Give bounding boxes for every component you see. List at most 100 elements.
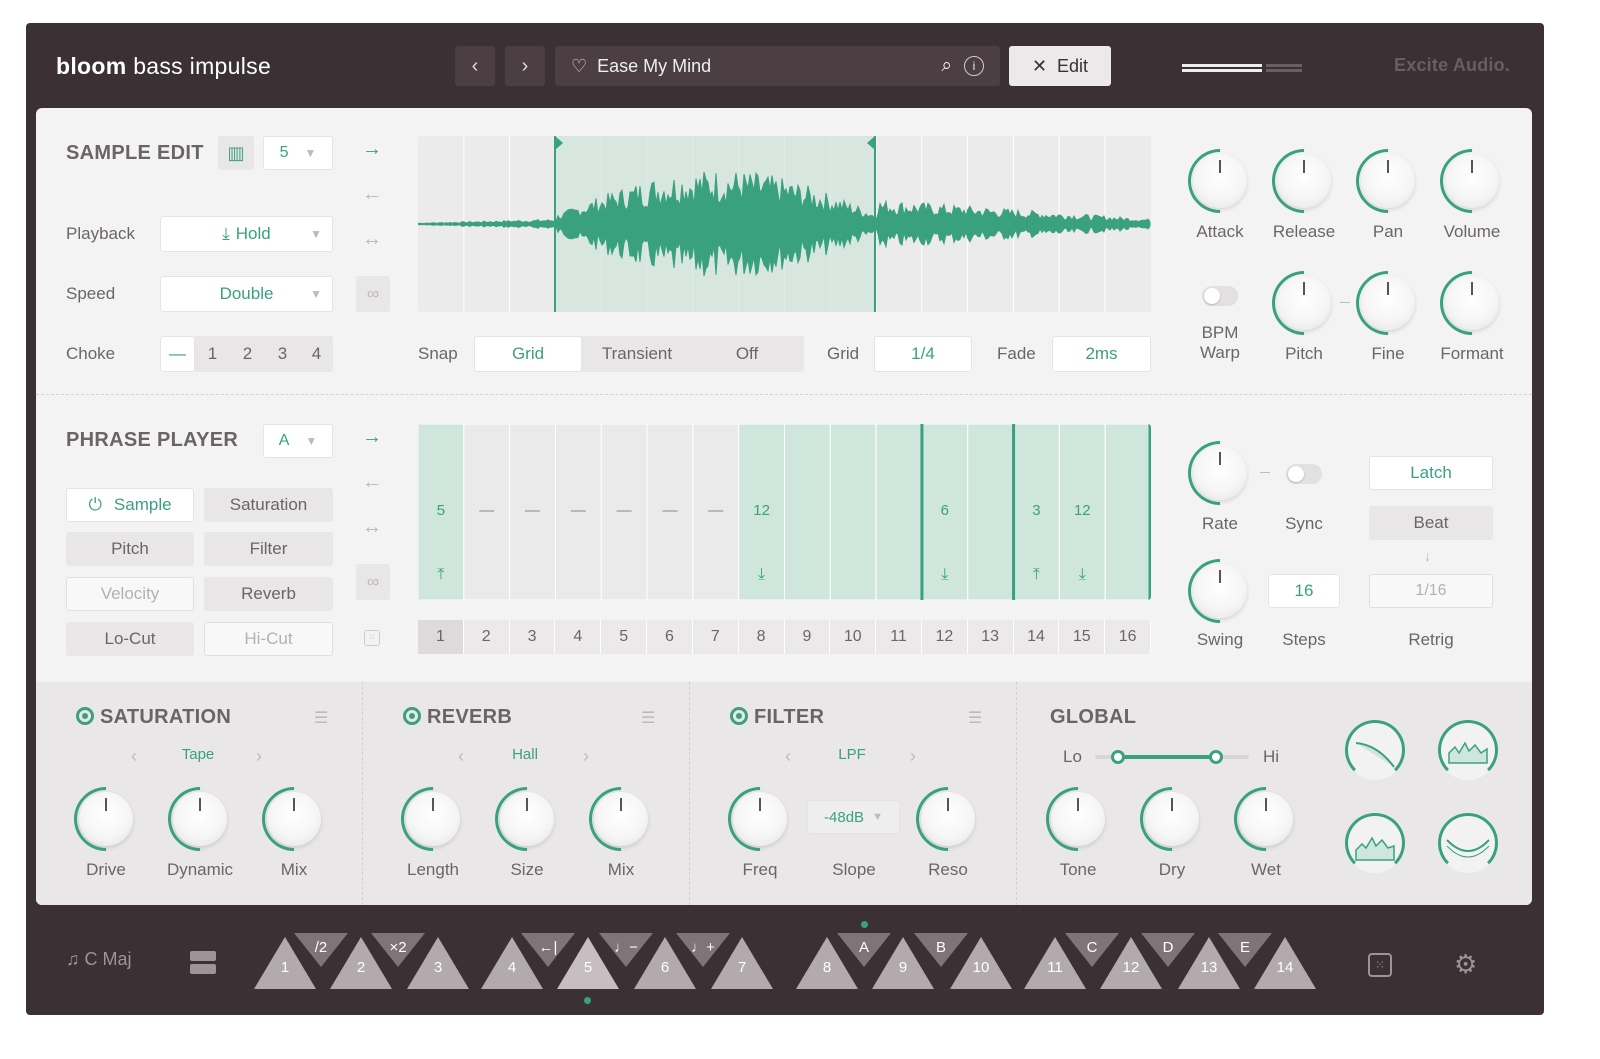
freq-knob[interactable] xyxy=(733,792,787,846)
dry-knob[interactable] xyxy=(1145,792,1199,846)
bpm-warp-toggle[interactable] xyxy=(1202,286,1238,306)
dice-icon[interactable]: ⁙ xyxy=(1368,953,1392,977)
pitch-knob[interactable] xyxy=(1277,276,1331,330)
step-number[interactable]: 1 xyxy=(418,620,464,654)
sat-mix-knob[interactable] xyxy=(267,792,321,846)
power-icon[interactable] xyxy=(76,707,94,725)
step-number[interactable]: 6 xyxy=(647,620,693,654)
phrase-step-value[interactable]: 3 xyxy=(1014,502,1060,519)
global-macro-3[interactable] xyxy=(1345,813,1405,873)
settings-sliders-icon[interactable]: ☰ xyxy=(314,708,328,728)
sample-select[interactable]: 5 ▼ xyxy=(263,136,333,170)
master-volume-slider[interactable] xyxy=(1182,61,1302,75)
edit-button[interactable]: ✕ Edit xyxy=(1009,46,1111,86)
phrase-step-value[interactable]: 12 xyxy=(1059,502,1105,519)
phrase-sequencer[interactable]: 5 ⤒ — — — — — —12 ⤓ 6 ⤓ 3 ⤒ 12 ⤓ xyxy=(418,424,1151,600)
tab-sample[interactable]: ⏻ Sample xyxy=(66,488,194,522)
rate-knob[interactable] xyxy=(1193,446,1247,500)
global-macro-2[interactable] xyxy=(1438,720,1498,780)
pan-knob[interactable] xyxy=(1361,154,1415,208)
tone-knob[interactable] xyxy=(1051,792,1105,846)
tab-pitch[interactable]: Pitch xyxy=(66,532,194,566)
length-knob[interactable] xyxy=(406,792,460,846)
power-icon[interactable] xyxy=(403,707,421,725)
phrase-step-value[interactable]: — xyxy=(464,502,510,519)
tab-saturation[interactable]: Saturation xyxy=(204,488,333,522)
beat-button[interactable]: Beat xyxy=(1369,506,1493,540)
dice-icon[interactable]: ⁙ xyxy=(364,630,380,646)
choke-option-4[interactable]: 4 xyxy=(300,336,333,372)
speed-select[interactable]: Double ▼ xyxy=(160,276,333,312)
filter-title[interactable]: FILTER xyxy=(730,706,824,729)
next-preset-button[interactable]: › xyxy=(505,46,545,86)
grid-select[interactable]: 1/4 xyxy=(874,336,972,372)
chevron-left-icon[interactable]: ‹ xyxy=(131,746,137,767)
step-number[interactable]: 2 xyxy=(463,620,510,654)
tab-hi-cut[interactable]: Hi-Cut xyxy=(204,622,333,656)
arrow-left-icon[interactable]: ← xyxy=(362,471,382,494)
volume-knob[interactable] xyxy=(1445,154,1499,208)
choke-option-none[interactable]: — xyxy=(160,336,195,372)
wet-knob[interactable] xyxy=(1239,792,1293,846)
step-number[interactable]: 14 xyxy=(1013,620,1060,654)
layers-icon[interactable] xyxy=(190,951,216,975)
size-knob[interactable] xyxy=(500,792,554,846)
step-number[interactable]: 11 xyxy=(876,620,922,654)
info-icon[interactable]: i xyxy=(964,56,984,76)
swing-knob[interactable] xyxy=(1193,564,1247,618)
settings-icon[interactable]: ⚙ xyxy=(1454,949,1477,980)
fine-knob[interactable] xyxy=(1361,276,1415,330)
keyboard-icon[interactable]: ▥ xyxy=(218,136,254,170)
chevron-right-icon[interactable]: › xyxy=(583,746,589,767)
phrase-step-value[interactable]: 5 xyxy=(418,502,464,519)
chevron-left-icon[interactable]: ‹ xyxy=(458,746,464,767)
global-macro-1[interactable] xyxy=(1345,720,1405,780)
reso-knob[interactable] xyxy=(921,792,975,846)
step-number[interactable]: 8 xyxy=(738,620,785,654)
fade-value[interactable]: 2ms xyxy=(1052,336,1151,372)
snap-off[interactable]: Off xyxy=(692,336,802,372)
settings-sliders-icon[interactable]: ☰ xyxy=(968,708,982,728)
step-number[interactable]: 4 xyxy=(555,620,602,654)
step-number[interactable]: 12 xyxy=(921,620,968,654)
formant-knob[interactable] xyxy=(1445,276,1499,330)
dynamic-knob[interactable] xyxy=(173,792,227,846)
arrow-both-icon[interactable]: ↔ xyxy=(362,516,382,539)
phrase-step-value[interactable]: — xyxy=(601,502,647,519)
settings-sliders-icon[interactable]: ☰ xyxy=(641,708,655,728)
slope-select[interactable]: -48dB ▼ xyxy=(807,800,900,834)
phrase-step-value[interactable]: — xyxy=(555,502,601,519)
arrow-both-icon[interactable]: ↔ xyxy=(362,228,382,251)
arrow-left-icon[interactable]: ← xyxy=(362,183,382,206)
tab-lo-cut[interactable]: Lo-Cut xyxy=(66,622,194,656)
step-number[interactable]: 5 xyxy=(601,620,648,654)
step-number[interactable]: 10 xyxy=(830,620,877,654)
release-knob[interactable] xyxy=(1277,154,1331,208)
lo-hi-range-slider[interactable] xyxy=(1095,750,1249,764)
loop-icon[interactable]: ∞ xyxy=(356,564,390,600)
phrase-step-value[interactable]: 6 xyxy=(922,502,968,519)
global-macro-4[interactable] xyxy=(1438,813,1498,873)
step-number[interactable]: 9 xyxy=(784,620,831,654)
prev-preset-button[interactable]: ‹ xyxy=(455,46,495,86)
drive-knob[interactable] xyxy=(79,792,133,846)
phrase-step-value[interactable]: — xyxy=(693,502,739,519)
tab-velocity[interactable]: Velocity xyxy=(66,577,194,611)
choke-option-3[interactable]: 3 xyxy=(265,336,300,372)
steps-value[interactable]: 16 xyxy=(1268,574,1340,608)
choke-option-1[interactable]: 1 xyxy=(195,336,230,372)
heart-icon[interactable]: ♡ xyxy=(571,56,587,77)
attack-knob[interactable] xyxy=(1193,154,1247,208)
step-number[interactable]: 16 xyxy=(1105,620,1151,654)
step-number[interactable]: 15 xyxy=(1059,620,1106,654)
arrow-right-icon[interactable]: → xyxy=(362,138,382,161)
sync-toggle[interactable] xyxy=(1286,464,1322,484)
chevron-right-icon[interactable]: › xyxy=(256,746,262,767)
phrase-select[interactable]: A ▼ xyxy=(263,424,333,458)
retrig-value[interactable]: 1/16 xyxy=(1369,574,1493,608)
step-number[interactable]: 13 xyxy=(967,620,1014,654)
loop-icon[interactable]: ∞ xyxy=(356,276,390,312)
snap-grid[interactable]: Grid xyxy=(474,336,582,372)
tab-filter[interactable]: Filter xyxy=(204,532,333,566)
latch-button[interactable]: Latch xyxy=(1369,456,1493,490)
